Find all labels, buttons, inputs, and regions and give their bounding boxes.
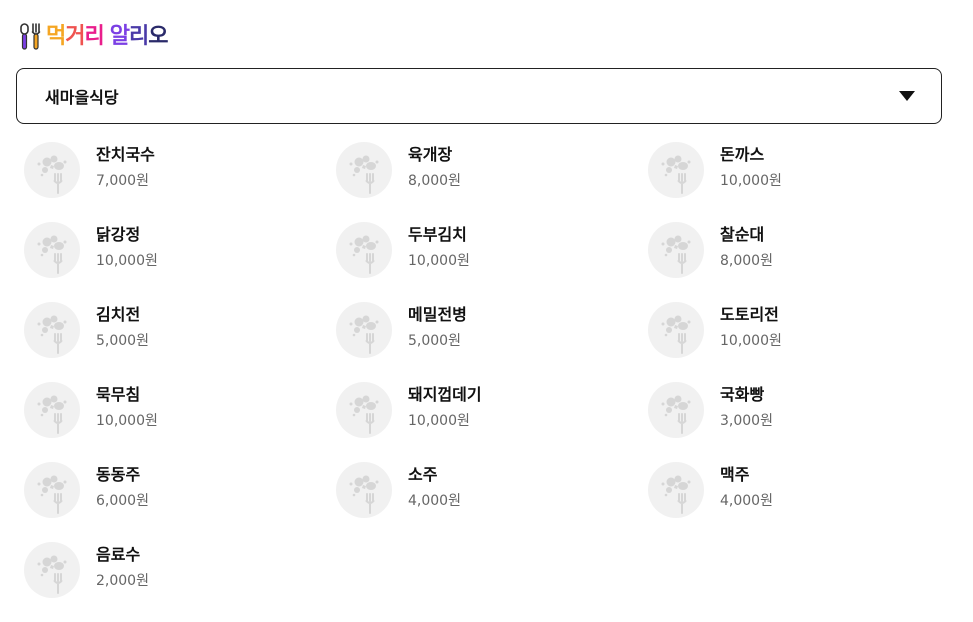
food-image-placeholder-icon [336,302,392,358]
food-image-placeholder-icon [336,222,392,278]
menu-item[interactable]: 메밀전병 5,000원 [336,302,648,382]
menu-item-price: 10,000원 [96,413,158,429]
food-image-placeholder-icon [24,542,80,598]
menu-item[interactable]: 닭강정 10,000원 [24,222,336,302]
logo-char: 거 [65,24,85,49]
food-image-placeholder-icon [336,382,392,438]
menu-item-info: 메밀전병 5,000원 [408,302,467,351]
food-image-placeholder-icon [336,142,392,198]
caret-down-icon [899,91,915,101]
menu-item[interactable]: 묵무침 10,000원 [24,382,336,462]
menu-grid: 잔치국수 7,000원 육개장 8,000원 돈까스 10,000원 닭강정 10,000원 두… [24,142,960,622]
logo-char: 오 [148,24,168,49]
menu-item[interactable]: 국화빵 3,000원 [648,382,960,462]
logo-char: 알 [109,24,130,49]
menu-item-name: 소주 [408,465,438,484]
menu-item-price: 3,000원 [720,413,773,429]
menu-item-price: 8,000원 [408,173,461,189]
menu-item-info: 음료수 2,000원 [96,542,149,591]
food-image-placeholder-icon [648,462,704,518]
menu-item-name: 음료수 [96,545,141,564]
menu-item-name: 찰순대 [720,225,765,244]
utensils-icon [20,23,41,50]
menu-item-price: 6,000원 [96,493,149,509]
menu-item-price: 10,000원 [408,413,470,429]
menu-item-name: 메밀전병 [408,305,467,324]
food-image-placeholder-icon [24,462,80,518]
menu-item-info: 동동주 6,000원 [96,462,149,511]
menu-item-price: 5,000원 [408,333,461,349]
menu-item[interactable]: 김치전 5,000원 [24,302,336,382]
food-image-placeholder-icon [24,382,80,438]
menu-item-info: 돈까스 10,000원 [720,142,782,191]
menu-item-name: 두부김치 [408,225,467,244]
menu-item-price: 4,000원 [408,493,461,509]
menu-item[interactable]: 잔치국수 7,000원 [24,142,336,222]
menu-item-price: 7,000원 [96,173,149,189]
menu-item-name: 맥주 [720,465,750,484]
menu-item-name: 묵무침 [96,385,141,404]
menu-item-name: 육개장 [408,145,453,164]
menu-item-name: 동동주 [96,465,141,484]
food-image-placeholder-icon [648,302,704,358]
menu-item-price: 2,000원 [96,573,149,589]
menu-item[interactable]: 찰순대 8,000원 [648,222,960,302]
menu-item-info: 도토리전 10,000원 [720,302,782,351]
food-image-placeholder-icon [648,222,704,278]
restaurant-select-value: 새마을식당 [45,88,119,107]
restaurant-select[interactable]: 새마을식당 [16,68,942,124]
food-image-placeholder-icon [336,462,392,518]
menu-item-info: 김치전 5,000원 [96,302,149,351]
menu-item-info: 육개장 8,000원 [408,142,461,191]
food-image-placeholder-icon [648,382,704,438]
menu-item-name: 닭강정 [96,225,141,244]
menu-item[interactable]: 동동주 6,000원 [24,462,336,542]
menu-item-info: 닭강정 10,000원 [96,222,158,271]
logo-wordmark: 먹거리 알리오 [46,22,169,52]
menu-item[interactable]: 음료수 2,000원 [24,542,336,622]
logo-char: 리 [84,24,105,49]
menu-item[interactable]: 돼지껍데기 10,000원 [336,382,648,462]
menu-item[interactable]: 돈까스 10,000원 [648,142,960,222]
menu-item-price: 5,000원 [96,333,149,349]
menu-item[interactable]: 두부김치 10,000원 [336,222,648,302]
app-logo[interactable]: 먹거리 알리오 [18,22,169,52]
menu-item-info: 찰순대 8,000원 [720,222,773,271]
menu-item[interactable]: 맥주 4,000원 [648,462,960,542]
menu-item-info: 국화빵 3,000원 [720,382,773,431]
logo-char: 먹 [46,24,66,49]
food-image-placeholder-icon [24,302,80,358]
menu-item[interactable]: 소주 4,000원 [336,462,648,542]
menu-item-info: 묵무침 10,000원 [96,382,158,431]
menu-item-price: 10,000원 [96,253,158,269]
menu-item-info: 두부김치 10,000원 [408,222,470,271]
food-image-placeholder-icon [24,222,80,278]
menu-item-info: 소주 4,000원 [408,462,461,511]
food-image-placeholder-icon [648,142,704,198]
menu-item-info: 돼지껍데기 10,000원 [408,382,482,431]
menu-item[interactable]: 육개장 8,000원 [336,142,648,222]
menu-item-name: 돈까스 [720,145,765,164]
menu-item-name: 도토리전 [720,305,779,324]
menu-item-price: 10,000원 [720,333,782,349]
menu-item-name: 잔치국수 [96,145,155,164]
logo-char: 리 [129,24,149,49]
menu-item-price: 8,000원 [720,253,773,269]
menu-item-price: 10,000원 [408,253,470,269]
menu-item-info: 맥주 4,000원 [720,462,773,511]
menu-item-name: 돼지껍데기 [408,385,482,404]
food-image-placeholder-icon [24,142,80,198]
menu-item[interactable]: 도토리전 10,000원 [648,302,960,382]
menu-item-price: 4,000원 [720,493,773,509]
menu-item-info: 잔치국수 7,000원 [96,142,155,191]
menu-item-price: 10,000원 [720,173,782,189]
menu-item-name: 김치전 [96,305,141,324]
menu-item-name: 국화빵 [720,385,765,404]
